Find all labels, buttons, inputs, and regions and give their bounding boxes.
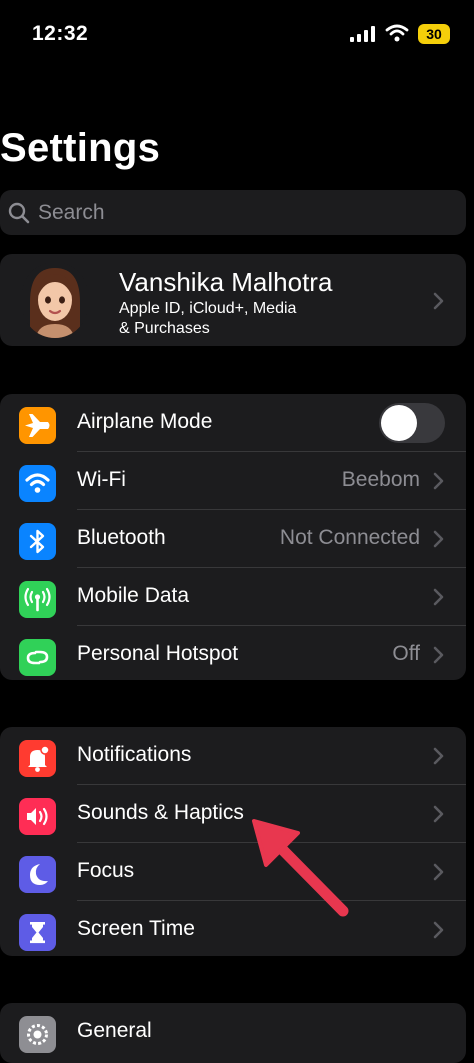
general-row[interactable]: General [0,1003,466,1061]
airplane-mode-row[interactable]: Airplane Mode [0,394,466,452]
wifi-status-icon [385,24,409,42]
mobile-data-label: Mobile Data [77,584,190,607]
hotspot-icon [19,639,56,676]
status-bar: 12:32 30 [0,0,474,70]
profile-subtitle: Apple ID, iCloud+, Media & Purchases [119,299,339,339]
sounds-haptics-label: Sounds & Haptics [77,801,244,824]
screen-time-row[interactable]: Screen Time [0,901,466,956]
chevron-right-icon [433,292,444,310]
airplane-icon [19,407,56,444]
airplane-mode-label: Airplane Mode [77,410,213,433]
speaker-icon [19,798,56,835]
search-icon [8,202,30,224]
wifi-row[interactable]: Wi-Fi Beebom [0,452,466,510]
chevron-right-icon [433,805,444,823]
notifications-label: Notifications [77,743,192,766]
wifi-label: Wi-Fi [77,468,126,491]
wifi-icon [19,465,56,502]
bell-icon [19,740,56,777]
cellular-signal-icon [350,26,375,42]
hourglass-icon [19,914,56,951]
search-placeholder: Search [38,201,105,224]
focus-label: Focus [77,859,135,882]
personal-hotspot-label: Personal Hotspot [77,642,239,665]
moon-icon [19,856,56,893]
chevron-right-icon [433,588,444,606]
status-time: 12:32 [32,22,89,45]
wifi-value: Beebom [341,468,420,491]
toggle-knob [381,405,417,441]
screen-time-label: Screen Time [77,917,195,940]
antenna-icon [19,581,56,618]
airplane-mode-toggle[interactable] [379,403,445,443]
mobile-data-row[interactable]: Mobile Data [0,568,466,626]
page-title: Settings [0,126,161,170]
bluetooth-value: Not Connected [279,526,420,549]
profile-subtitle-line2: & Purchases [119,320,210,337]
chevron-right-icon [433,921,444,939]
notifications-row[interactable]: Notifications [0,727,466,785]
connectivity-group: Airplane Mode Wi-Fi Beebom Bluetooth Not… [0,394,466,680]
chevron-right-icon [433,472,444,490]
battery-indicator: 30 [418,24,450,44]
notifications-group: Notifications Sounds & Haptics Focus Scr… [0,727,466,956]
general-label: General [77,1019,152,1042]
chevron-right-icon [433,530,444,548]
chevron-right-icon [433,646,444,664]
profile-name: Vanshika Malhotra [119,267,333,297]
personal-hotspot-value: Off [392,642,420,665]
annotation-arrow-icon [252,819,349,917]
bluetooth-label: Bluetooth [77,526,166,549]
personal-hotspot-row[interactable]: Personal Hotspot Off [0,626,466,680]
sounds-haptics-row[interactable]: Sounds & Haptics [0,785,466,843]
avatar [22,262,88,338]
profile-subtitle-line1: Apple ID, iCloud+, Media [119,300,297,317]
bluetooth-row[interactable]: Bluetooth Not Connected [0,510,466,568]
general-group: General [0,1003,466,1063]
search-bar[interactable]: Search [0,190,466,235]
chevron-right-icon [433,863,444,881]
bluetooth-icon [19,523,56,560]
chevron-right-icon [433,747,444,765]
focus-row[interactable]: Focus [0,843,466,901]
gear-icon [19,1016,56,1053]
